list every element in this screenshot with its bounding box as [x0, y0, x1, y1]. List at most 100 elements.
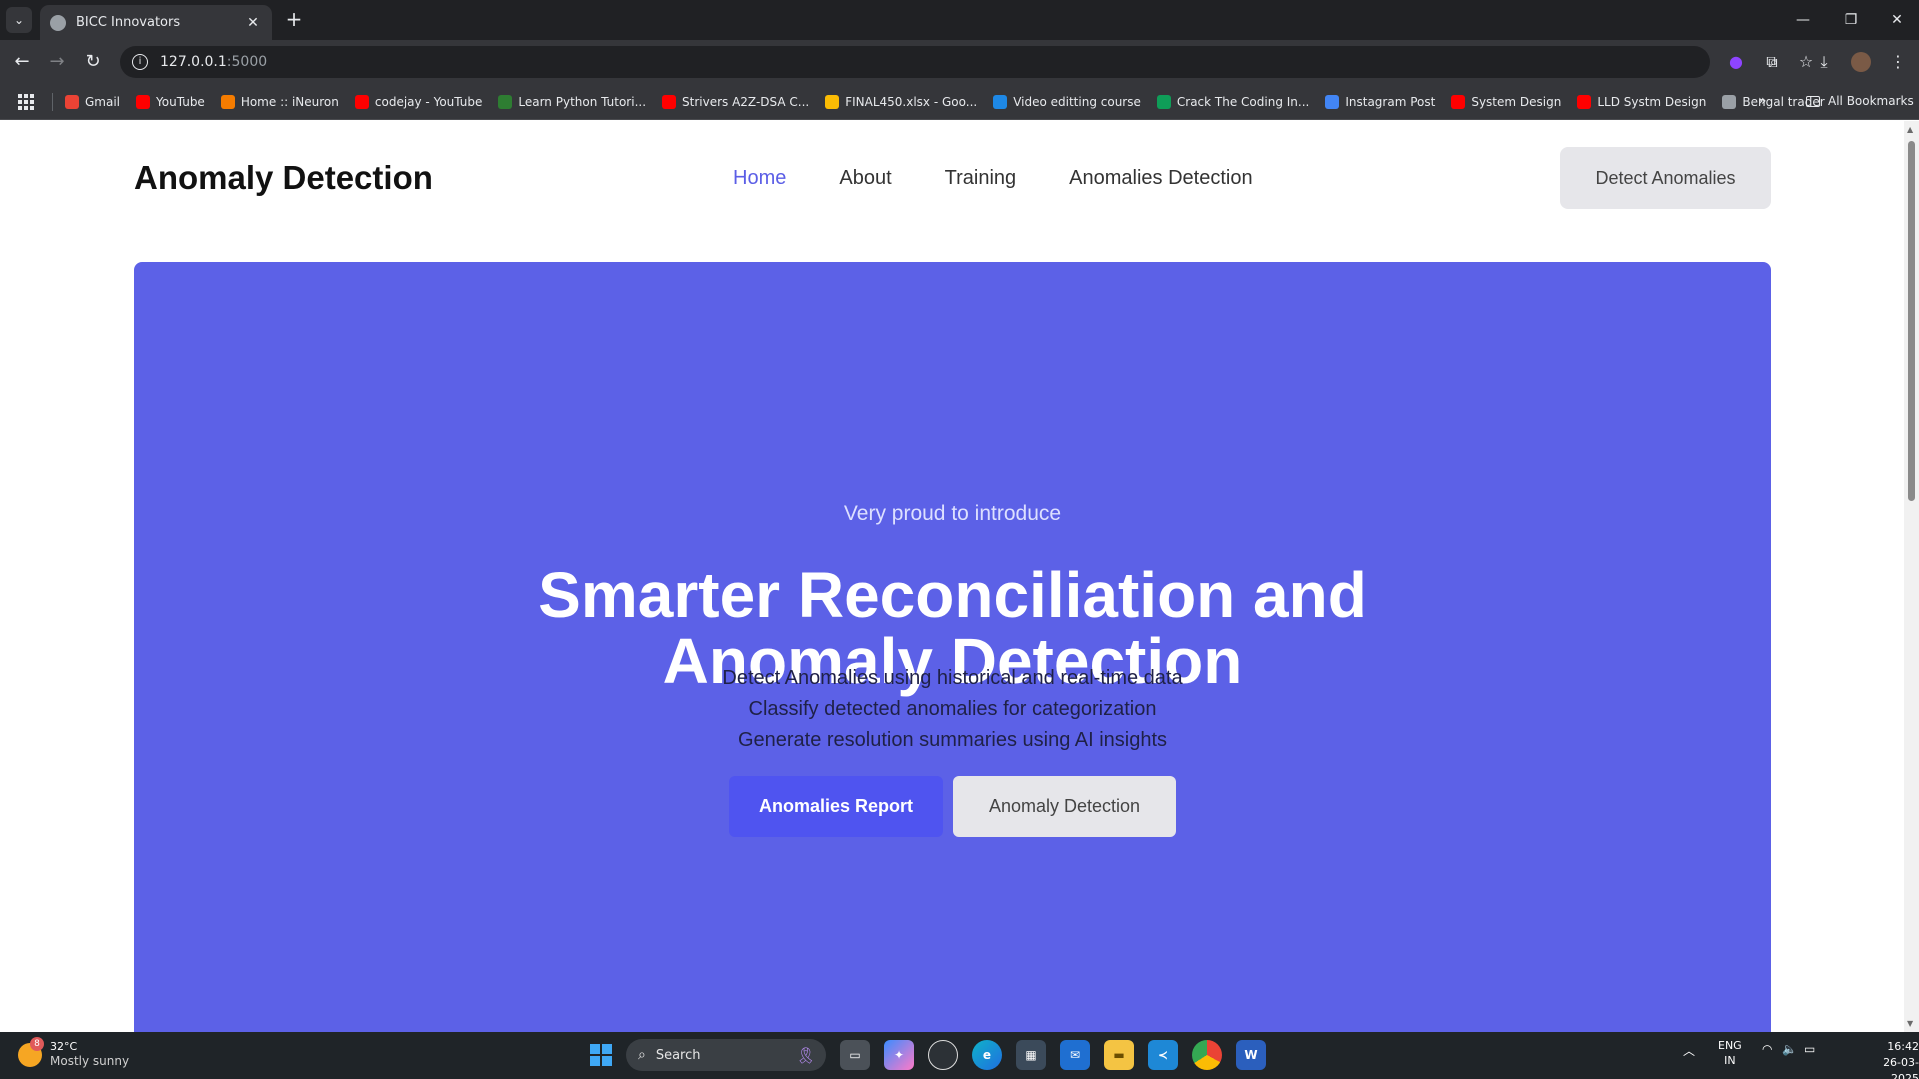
extensions-puzzle-icon[interactable]: ⧉ [1758, 48, 1786, 76]
window-close-icon[interactable]: ✕ [1875, 6, 1919, 34]
tab-list-chevron-icon[interactable]: ⌄ [6, 7, 32, 33]
feature-item: Generate resolution summaries using AI i… [737, 729, 1168, 751]
forward-arrow-icon[interactable]: → [43, 48, 71, 76]
bookmark-item[interactable]: Instagram Post [1325, 94, 1435, 109]
address-bar[interactable]: i 127.0.0.1:5000 ⌕ ☆ [120, 46, 1813, 78]
bookmark-item[interactable]: YouTube [136, 94, 205, 109]
search-placeholder: Search [655, 1047, 701, 1063]
vscode-icon[interactable]: ≺ [1148, 1040, 1178, 1070]
feature-item: Detect Anomalies using historical and re… [722, 667, 1183, 689]
bookmark-favicon-icon [662, 94, 677, 109]
bookmarks-divider [52, 92, 53, 111]
battery-icon[interactable]: ▭ [1804, 1042, 1815, 1056]
nav-anomalies-detection[interactable]: Anomalies Detection [1069, 167, 1252, 190]
sun-weather-icon: 8 [18, 1036, 44, 1067]
folder-icon [1806, 95, 1820, 107]
bookmark-item[interactable]: LLD Systm Design [1577, 94, 1707, 109]
copilot-icon[interactable]: ✦ [884, 1040, 914, 1070]
system-clock[interactable]: 16:42 26-03-2025 [1860, 1039, 1919, 1079]
volume-icon[interactable]: 🔈 [1782, 1042, 1797, 1056]
weather-widget[interactable]: 8 32°C Mostly sunny [18, 1036, 130, 1069]
restore-icon[interactable]: ❐ [1829, 6, 1873, 34]
bookmark-item[interactable]: System Design [1451, 94, 1562, 109]
language-code: ENG [1718, 1039, 1742, 1052]
chrome-icon[interactable] [1192, 1040, 1222, 1070]
hero-title-line-1: Smarter Reconciliation and [538, 559, 1367, 631]
bookmark-favicon-icon [354, 94, 369, 109]
download-icon[interactable]: ⤓ [1810, 48, 1838, 76]
windows-taskbar: 8 32°C Mostly sunny ⌕ Search 🎗 ▭ ✦ e ▦ ✉… [0, 1032, 1919, 1079]
notification-badge: 8 [30, 1036, 44, 1051]
bookmark-list: Gmail YouTube Home :: iNeuron codejay - You… [65, 94, 1841, 109]
windows-start-icon[interactable] [590, 1044, 612, 1066]
dell-icon[interactable] [928, 1040, 958, 1070]
url-host: 127.0.0.1 [160, 54, 227, 70]
bookmark-favicon-icon [993, 94, 1008, 109]
url-port: :5000 [226, 54, 268, 70]
file-explorer-icon[interactable]: ▬ [1104, 1040, 1134, 1070]
bookmark-favicon-icon [1325, 94, 1340, 109]
apps-grid-icon[interactable] [18, 93, 34, 110]
bookmark-item[interactable]: Learn Python Tutori... [498, 94, 646, 109]
microsoft-store-icon[interactable]: ▦ [1016, 1040, 1046, 1070]
bookmark-item[interactable]: Strivers A2Z-DSA C... [662, 94, 809, 109]
weather-condition: Mostly sunny [50, 1054, 130, 1068]
new-tab-button[interactable]: + [282, 8, 306, 32]
page-scrollbar[interactable]: ▲ ▼ [1904, 121, 1919, 1032]
bookmark-favicon-icon [220, 94, 235, 109]
nav-about[interactable]: About [839, 167, 891, 190]
wifi-icon[interactable]: ◠ [1762, 1042, 1772, 1056]
taskbar-search-box[interactable]: ⌕ Search 🎗 [626, 1039, 826, 1071]
minimize-icon[interactable]: — [1781, 6, 1825, 34]
site-header: Anomaly Detection Home About Training An… [0, 121, 1904, 235]
browser-menu-icon[interactable]: ⋮ [1884, 48, 1912, 76]
mail-icon[interactable]: ✉ [1060, 1040, 1090, 1070]
bookmark-label: YouTube [156, 94, 205, 109]
bookmark-item[interactable]: FINAL450.xlsx - Goo... [825, 94, 978, 109]
back-arrow-icon[interactable]: ← [8, 48, 36, 76]
bookmark-label: Gmail [85, 94, 121, 109]
tray-overflow-chevron-icon[interactable]: ︿ [1683, 1042, 1695, 1059]
site-info-icon[interactable]: i [132, 54, 148, 70]
scroll-up-arrow-icon[interactable]: ▲ [1907, 125, 1913, 134]
site-brand[interactable]: Anomaly Detection [134, 159, 433, 197]
scroll-down-arrow-icon[interactable]: ▼ [1907, 1019, 1913, 1028]
bookmark-label: FINAL450.xlsx - Goo... [845, 94, 978, 109]
anomalies-report-button[interactable]: Anomalies Report [729, 776, 943, 837]
active-tab[interactable]: BICC Innovators ✕ [40, 5, 272, 40]
tab-title: BICC Innovators [76, 15, 181, 30]
clock-time: 16:42 [1887, 1040, 1919, 1053]
edge-browser-icon[interactable]: e [972, 1040, 1002, 1070]
nav-home[interactable]: Home [733, 167, 786, 190]
bookmark-label: Crack The Coding In... [1176, 94, 1310, 109]
awareness-ribbon-icon: 🎗 [795, 1045, 816, 1065]
bookmark-item[interactable]: Home :: iNeuron [220, 94, 339, 109]
main-nav: Home About Training Anomalies Detection [733, 167, 1253, 190]
bookmark-item[interactable]: Gmail [65, 94, 121, 109]
nav-training[interactable]: Training [945, 167, 1017, 190]
browser-toolbar: ← → ↻ i 127.0.0.1:5000 ⌕ ☆ ● ⧉ ⤓ ⋮ [0, 40, 1919, 84]
extension-purple-icon[interactable]: ● [1722, 48, 1750, 76]
bookmark-label: Home :: iNeuron [240, 94, 339, 109]
bookmark-label: LLD Systm Design [1597, 94, 1707, 109]
word-icon[interactable]: W [1236, 1040, 1266, 1070]
bookmarks-overflow-icon[interactable]: » [1758, 93, 1767, 109]
tab-close-icon[interactable]: ✕ [244, 15, 262, 31]
bookmark-item[interactable]: Crack The Coding In... [1156, 94, 1310, 109]
bookmark-label: Video editting course [1013, 94, 1141, 109]
all-bookmarks-button[interactable]: All Bookmarks [1806, 94, 1914, 108]
language-indicator[interactable]: ENG IN [1718, 1038, 1742, 1068]
bookmark-item[interactable]: Video editting course [993, 94, 1141, 109]
bookmark-favicon-icon [1156, 94, 1171, 109]
region-code: IN [1724, 1054, 1736, 1067]
taskbar-apps: ⌕ Search 🎗 ▭ ✦ e ▦ ✉ ▬ ≺ W [590, 1039, 1266, 1071]
scrollbar-thumb[interactable] [1908, 141, 1915, 501]
profile-avatar-icon[interactable] [1847, 48, 1875, 76]
bookmark-item[interactable]: codejay - YouTube [354, 94, 482, 109]
browser-tab-bar: ⌄ BICC Innovators ✕ + — ❐ ✕ [0, 0, 1919, 40]
reload-icon[interactable]: ↻ [79, 48, 107, 76]
anomaly-detection-button[interactable]: Anomaly Detection [953, 776, 1176, 837]
task-view-icon[interactable]: ▭ [840, 1040, 870, 1070]
bookmark-label: System Design [1471, 94, 1562, 109]
detect-anomalies-button[interactable]: Detect Anomalies [1560, 147, 1771, 209]
